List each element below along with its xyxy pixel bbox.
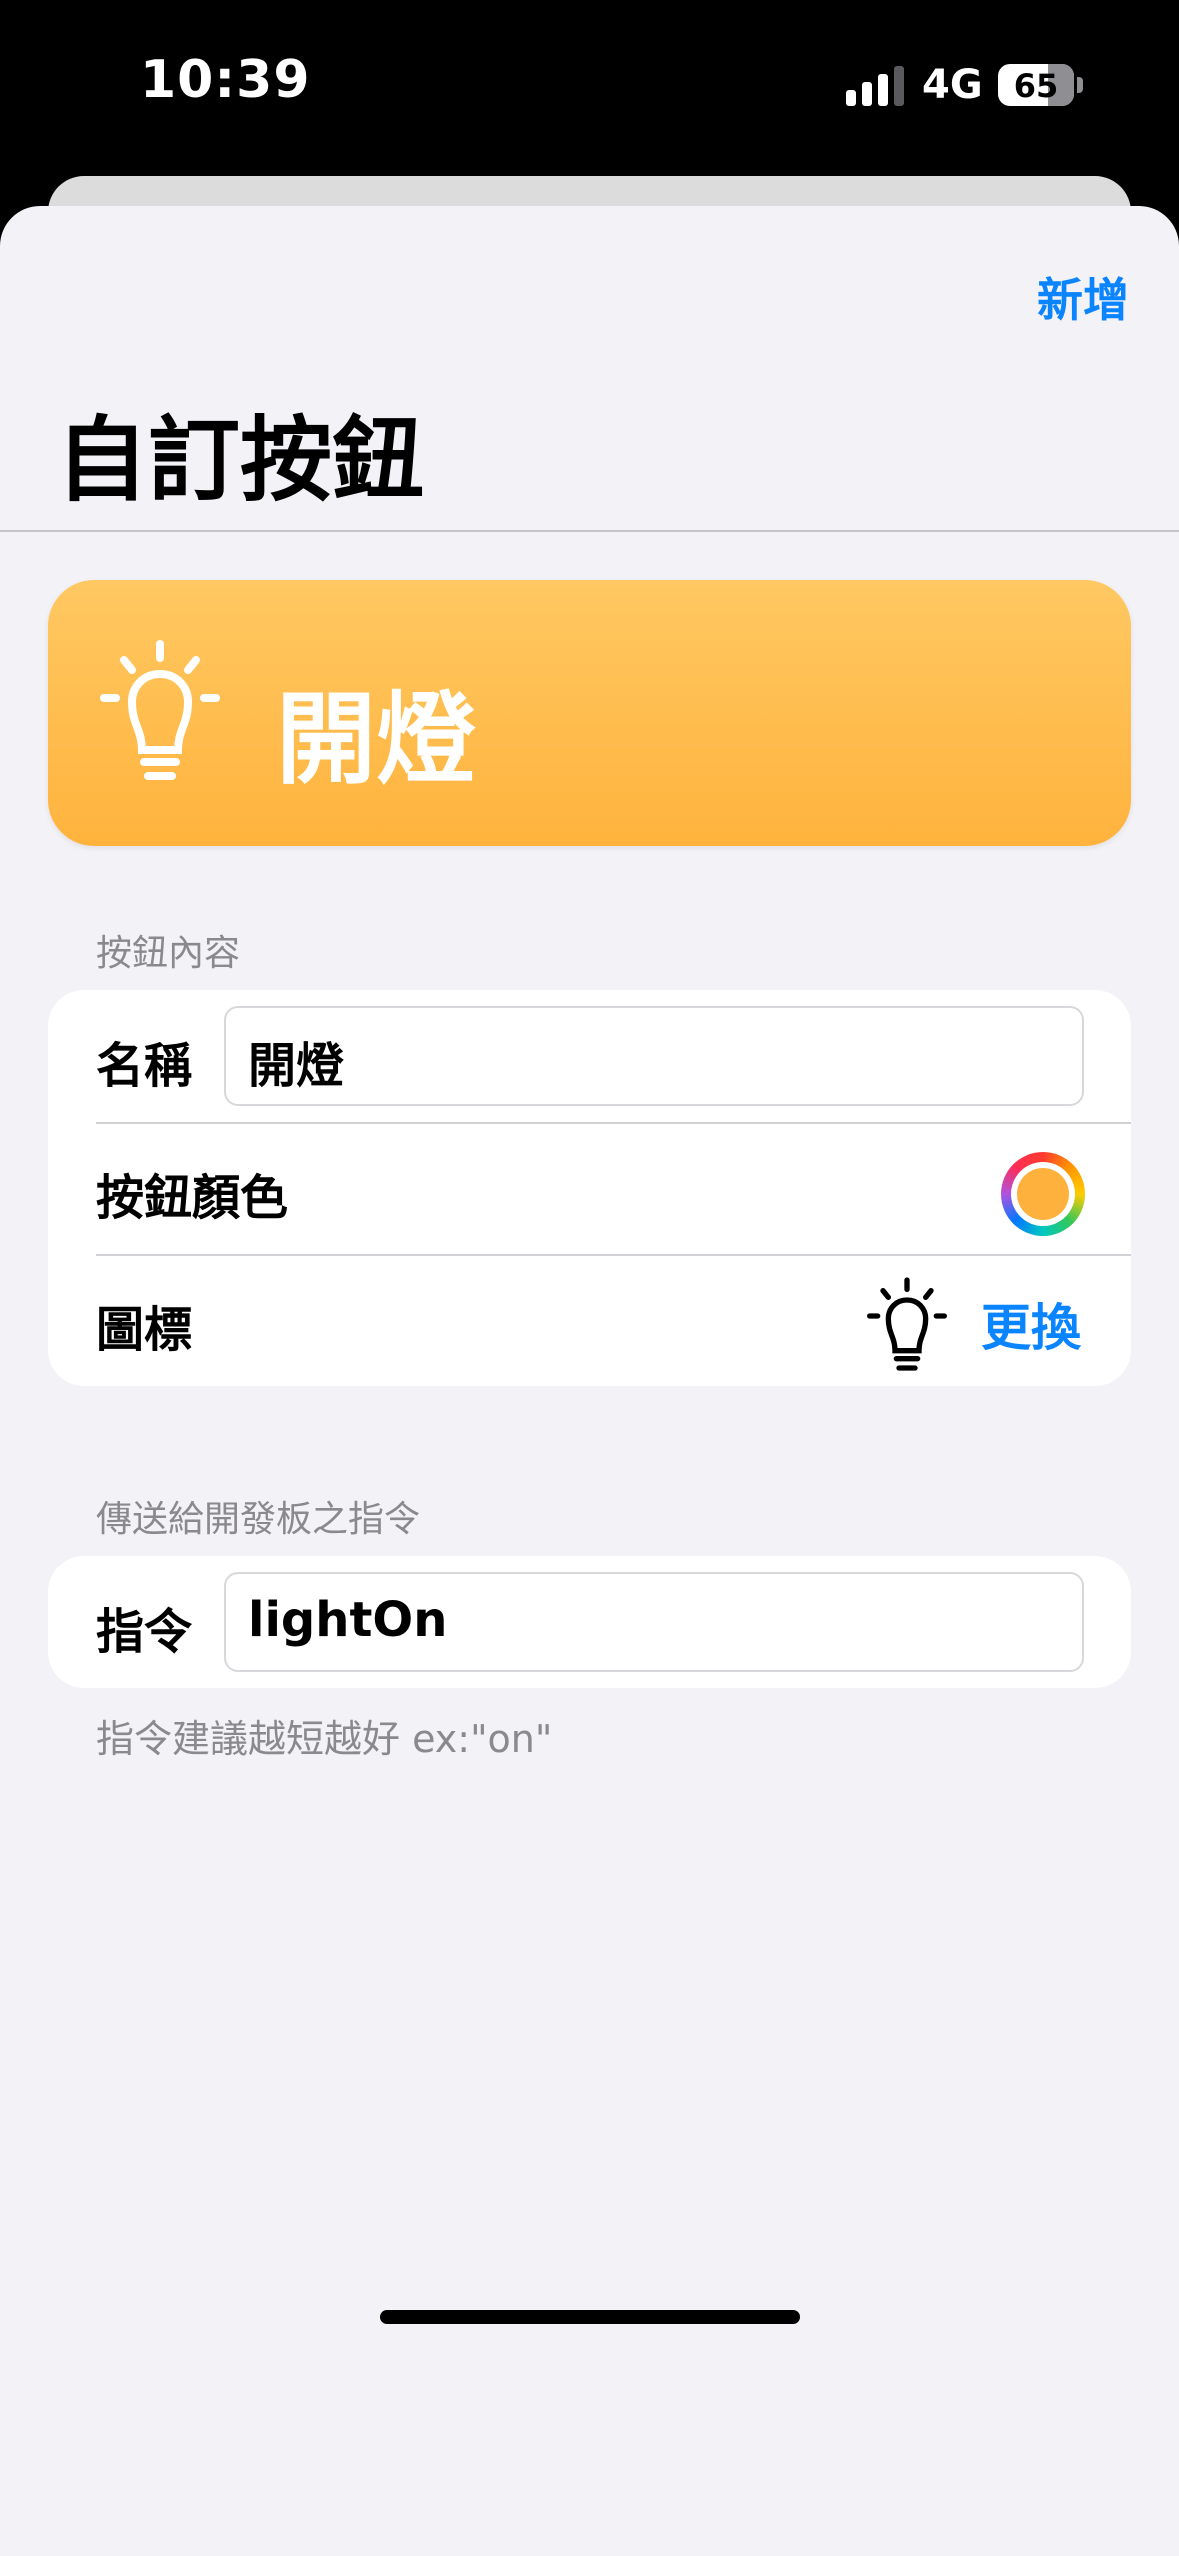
section-header-button-content: 按鈕內容 (96, 933, 241, 974)
home-indicator[interactable] (380, 2310, 800, 2324)
name-label: 名稱 (96, 1038, 193, 1094)
battery-tip (1077, 77, 1083, 93)
command-hint: 指令建議越短越好 ex:"on" (96, 1717, 553, 1761)
selected-color-swatch (1017, 1168, 1069, 1220)
name-input[interactable]: 開燈 (224, 1006, 1084, 1106)
command-card: 指令 lightOn (48, 1556, 1131, 1688)
battery-icon: 65 (998, 64, 1074, 106)
lightbulb-icon (100, 640, 220, 780)
network-type: 4G (922, 62, 983, 108)
status-time: 10:39 (140, 50, 311, 110)
status-bar: 10:39 4G 65 (0, 0, 1179, 170)
button-color-label: 按鈕顏色 (96, 1170, 289, 1226)
custom-button-sheet: 新增 自訂按鈕 開燈 按鈕內容 名稱 開燈 按鈕顏色 圖標 更換 傳送給開發板之… (0, 206, 1179, 2556)
command-row: 指令 lightOn (48, 1556, 1131, 1688)
command-label: 指令 (96, 1604, 193, 1660)
name-row: 名稱 開燈 (48, 990, 1131, 1122)
button-content-card: 名稱 開燈 按鈕顏色 圖標 更換 (48, 990, 1131, 1386)
button-color-row: 按鈕顏色 (48, 1124, 1131, 1254)
battery-level: 65 (1013, 67, 1059, 105)
command-input[interactable]: lightOn (224, 1572, 1084, 1672)
icon-label: 圖標 (96, 1302, 193, 1358)
add-button[interactable]: 新增 (1037, 264, 1129, 330)
page-title: 自訂按鈕 (56, 407, 425, 514)
preview-button[interactable]: 開燈 (48, 580, 1131, 846)
change-icon-button[interactable]: 更換 (981, 1288, 1081, 1360)
icon-row: 圖標 更換 (48, 1256, 1131, 1386)
title-divider (0, 530, 1179, 532)
preview-label: 開燈 (276, 681, 476, 798)
cellular-signal-icon (846, 66, 906, 106)
lightbulb-icon (867, 1277, 947, 1371)
section-header-command: 傳送給開發板之指令 (96, 1499, 421, 1540)
color-picker-button[interactable] (1001, 1152, 1085, 1236)
